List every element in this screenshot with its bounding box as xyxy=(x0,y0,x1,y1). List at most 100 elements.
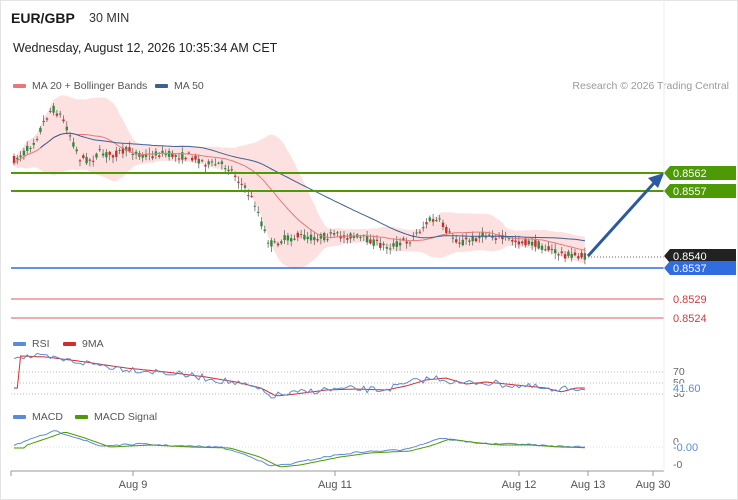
candle-body xyxy=(72,142,75,147)
candle-body xyxy=(567,251,570,257)
candle-body xyxy=(507,238,511,240)
price-chart[interactable]: 0.8562 0.8557 0.8540 0.8537 0.8529 0.852… xyxy=(0,0,738,500)
candle-body xyxy=(35,139,39,141)
macd-level-label-neg0: -0 xyxy=(673,459,682,471)
candle-body xyxy=(62,119,65,122)
candle-body xyxy=(514,240,517,243)
candle-body xyxy=(517,241,521,245)
candle-body xyxy=(464,237,468,240)
candle-body xyxy=(263,229,266,232)
candle-body xyxy=(286,235,290,241)
candle-body xyxy=(395,241,398,247)
candle-body xyxy=(580,252,583,258)
candle-body xyxy=(184,157,187,160)
candle-body xyxy=(161,150,164,154)
candle-body xyxy=(270,240,273,247)
candle-body xyxy=(365,235,369,243)
candle-body xyxy=(326,239,329,241)
candle-body xyxy=(398,242,402,246)
candle-body xyxy=(534,240,537,247)
candle-body xyxy=(583,253,587,260)
candle-body xyxy=(379,243,382,248)
candle-body xyxy=(253,205,257,207)
candle-body xyxy=(511,239,514,242)
candle-body xyxy=(458,242,461,244)
price-tag-label: 0.8557 xyxy=(673,186,707,198)
candle-body xyxy=(468,240,471,242)
candle-body xyxy=(521,241,524,244)
candle-body xyxy=(197,158,200,164)
candle-body xyxy=(276,243,280,246)
candle-body xyxy=(332,233,336,235)
candle-body xyxy=(52,105,55,113)
candle-body xyxy=(266,242,270,244)
candle-body xyxy=(537,241,540,249)
candle-body xyxy=(408,242,412,244)
candle-body xyxy=(425,222,428,225)
candle-body xyxy=(418,231,422,233)
bollinger-band xyxy=(14,95,585,270)
candle-body xyxy=(220,161,224,165)
macd-value-label: -0.00 xyxy=(673,442,698,454)
candle-body xyxy=(111,155,115,158)
candle-body xyxy=(474,238,478,242)
candle-body xyxy=(547,246,550,251)
candle-body xyxy=(273,241,276,243)
support-label-0.8524: 0.8524 xyxy=(673,313,707,325)
candle-body xyxy=(544,249,547,251)
candle-body xyxy=(346,238,349,240)
candle-body xyxy=(415,232,418,234)
candle-body xyxy=(233,175,237,177)
candle-body xyxy=(210,161,214,163)
candle-body xyxy=(237,181,240,183)
candle-body xyxy=(494,238,497,240)
price-tag-label: 0.8537 xyxy=(673,263,707,275)
candle-body xyxy=(118,149,121,151)
candle-body xyxy=(88,159,92,161)
candle-body xyxy=(296,232,299,238)
candle-body xyxy=(95,153,98,158)
candle-body xyxy=(550,249,554,251)
candle-body xyxy=(224,168,227,170)
candle-body xyxy=(230,169,233,171)
candle-body xyxy=(260,221,263,227)
candle-body xyxy=(375,239,379,241)
x-tick-aug13: Aug 13 xyxy=(571,479,606,491)
candle-body xyxy=(283,235,286,241)
candle-body xyxy=(524,238,527,246)
candle-body xyxy=(26,145,29,151)
candle-body xyxy=(243,185,247,188)
candle-body xyxy=(554,249,557,254)
candle-body xyxy=(19,155,22,158)
candle-body xyxy=(313,236,316,241)
candle-body xyxy=(115,150,118,157)
candle-body xyxy=(422,227,425,229)
candle-body xyxy=(92,160,95,162)
candle-body xyxy=(382,243,385,246)
candle-body xyxy=(204,165,207,167)
candle-body xyxy=(78,160,82,162)
candle-body xyxy=(141,155,144,158)
candle-body xyxy=(389,248,392,250)
x-tick-aug12: Aug 12 xyxy=(502,479,537,491)
candle-body xyxy=(227,169,230,172)
candle-body xyxy=(108,151,111,155)
candle-body xyxy=(392,243,395,247)
candle-body xyxy=(336,232,339,234)
candle-body xyxy=(59,113,62,115)
candle-body xyxy=(293,238,296,240)
candle-body xyxy=(471,236,474,242)
candle-body xyxy=(438,218,441,220)
candle-body xyxy=(385,247,389,249)
forecast-arrow xyxy=(586,181,656,258)
candle-body xyxy=(448,231,451,233)
candle-body xyxy=(158,155,161,157)
candle-body xyxy=(217,162,220,164)
candle-body xyxy=(372,239,375,246)
candle-body xyxy=(435,220,438,222)
candle-body xyxy=(316,239,319,241)
candle-body xyxy=(105,152,108,158)
candle-body xyxy=(16,157,19,160)
candle-body xyxy=(247,195,250,197)
price-tag-current: 0.8540 xyxy=(664,249,736,263)
